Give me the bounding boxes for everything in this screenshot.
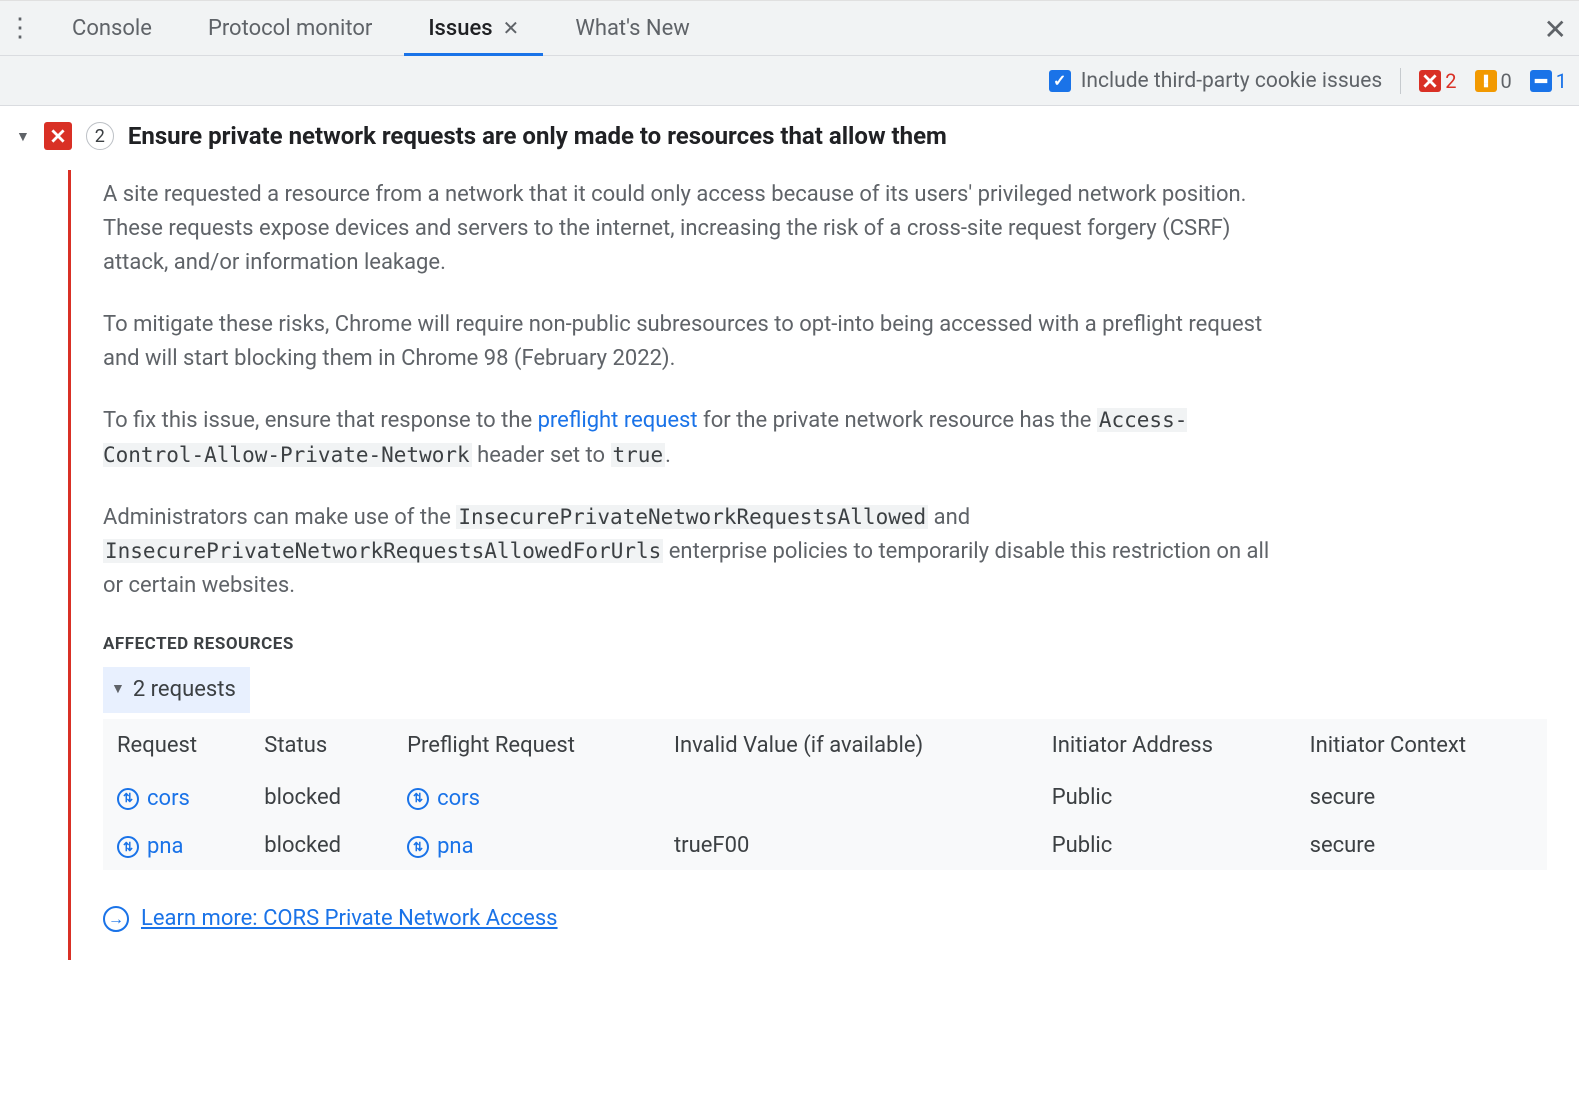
- code-policy: InsecurePrivateNetworkRequestsAllowedFor…: [103, 539, 663, 563]
- table-header-row: Request Status Preflight Request Invalid…: [103, 719, 1547, 773]
- issue-count-chip: 2: [86, 122, 114, 150]
- issue-paragraph: To mitigate these risks, Chrome will req…: [103, 308, 1283, 376]
- requests-summary-label: 2 requests: [133, 673, 236, 707]
- col-request: Request: [103, 719, 250, 773]
- col-invalid-value: Invalid Value (if available): [660, 719, 1038, 773]
- chevron-down-icon[interactable]: ▼: [16, 128, 30, 145]
- request-link[interactable]: ⇅cors: [117, 782, 190, 816]
- warning-icon: [1475, 70, 1497, 92]
- table-row: ⇅cors blocked ⇅cors Public secure: [103, 773, 1547, 821]
- issue-title: Ensure private network requests are only…: [128, 122, 947, 150]
- network-icon: ⇅: [407, 788, 429, 810]
- status-cell: blocked: [250, 773, 393, 821]
- error-icon: [44, 122, 72, 150]
- requests-table: Request Status Preflight Request Invalid…: [103, 719, 1547, 870]
- error-icon: [1419, 70, 1441, 92]
- warning-count: 0: [1501, 69, 1512, 93]
- learn-more-link[interactable]: → Learn more: CORS Private Network Acces…: [103, 902, 558, 936]
- col-status: Status: [250, 719, 393, 773]
- code-value: true: [611, 443, 666, 467]
- initiator-addr-cell: Public: [1038, 822, 1296, 870]
- status-cell: blocked: [250, 822, 393, 870]
- tab-protocol-monitor[interactable]: Protocol monitor: [184, 1, 396, 55]
- requests-summary[interactable]: ▼ 2 requests: [103, 667, 250, 713]
- chevron-down-icon: ▼: [111, 679, 125, 701]
- tab-whats-new[interactable]: What's New: [551, 1, 714, 55]
- network-icon: ⇅: [407, 836, 429, 858]
- network-icon: ⇅: [117, 836, 139, 858]
- info-icon: [1530, 70, 1552, 92]
- col-preflight: Preflight Request: [393, 719, 660, 773]
- tab-bar: ⋮ Console Protocol monitor Issues ✕ What…: [0, 1, 1579, 56]
- initiator-addr-cell: Public: [1038, 773, 1296, 821]
- preflight-link[interactable]: ⇅pna: [407, 830, 473, 864]
- issue-paragraph: Administrators can make use of the Insec…: [103, 501, 1283, 603]
- learn-more-text[interactable]: Learn more: CORS Private Network Access: [141, 902, 558, 936]
- error-count-badge[interactable]: 2: [1419, 69, 1456, 93]
- more-button[interactable]: ⋮: [0, 15, 40, 41]
- checkmark-icon: ✓: [1049, 70, 1071, 92]
- arrow-right-icon: →: [103, 906, 129, 932]
- info-count-badge[interactable]: 1: [1530, 69, 1567, 93]
- close-icon[interactable]: ✕: [503, 16, 520, 40]
- preflight-link[interactable]: ⇅cors: [407, 782, 480, 816]
- col-initiator-ctx: Initiator Context: [1296, 719, 1547, 773]
- affected-resources-label: AFFECTED RESOURCES: [103, 631, 1547, 657]
- issue-body: A site requested a resource from a netwo…: [68, 170, 1567, 960]
- col-initiator-addr: Initiator Address: [1038, 719, 1296, 773]
- issue-paragraph: A site requested a resource from a netwo…: [103, 178, 1283, 280]
- issue-item: ▼ 2 Ensure private network requests are …: [12, 118, 1567, 960]
- request-link[interactable]: ⇅pna: [117, 830, 183, 864]
- issue-header[interactable]: ▼ 2 Ensure private network requests are …: [16, 122, 1567, 150]
- issue-paragraph: To fix this issue, ensure that response …: [103, 404, 1283, 472]
- separator: [1400, 68, 1401, 94]
- error-count: 2: [1445, 69, 1456, 93]
- table-row: ⇅pna blocked ⇅pna trueF00 Public secure: [103, 822, 1547, 870]
- preflight-request-link[interactable]: preflight request: [538, 408, 698, 433]
- include-third-party-label: Include third-party cookie issues: [1081, 69, 1383, 93]
- initiator-ctx-cell: secure: [1296, 773, 1547, 821]
- tab-console[interactable]: Console: [48, 1, 176, 55]
- code-policy: InsecurePrivateNetworkRequestsAllowed: [456, 505, 928, 529]
- issues-content[interactable]: ▼ 2 Ensure private network requests are …: [0, 106, 1579, 1098]
- initiator-ctx-cell: secure: [1296, 822, 1547, 870]
- invalid-value-cell: [660, 773, 1038, 821]
- issues-toolbar: ✓ Include third-party cookie issues 2 0 …: [0, 56, 1579, 106]
- tab-issues-label: Issues: [428, 16, 492, 41]
- invalid-value-cell: trueF00: [660, 822, 1038, 870]
- network-icon: ⇅: [117, 788, 139, 810]
- warning-count-badge[interactable]: 0: [1475, 69, 1512, 93]
- tab-issues[interactable]: Issues ✕: [404, 1, 543, 55]
- info-count: 1: [1556, 69, 1567, 93]
- close-panel-button[interactable]: ✕: [1544, 13, 1567, 46]
- include-third-party-checkbox[interactable]: ✓ Include third-party cookie issues: [1049, 69, 1383, 93]
